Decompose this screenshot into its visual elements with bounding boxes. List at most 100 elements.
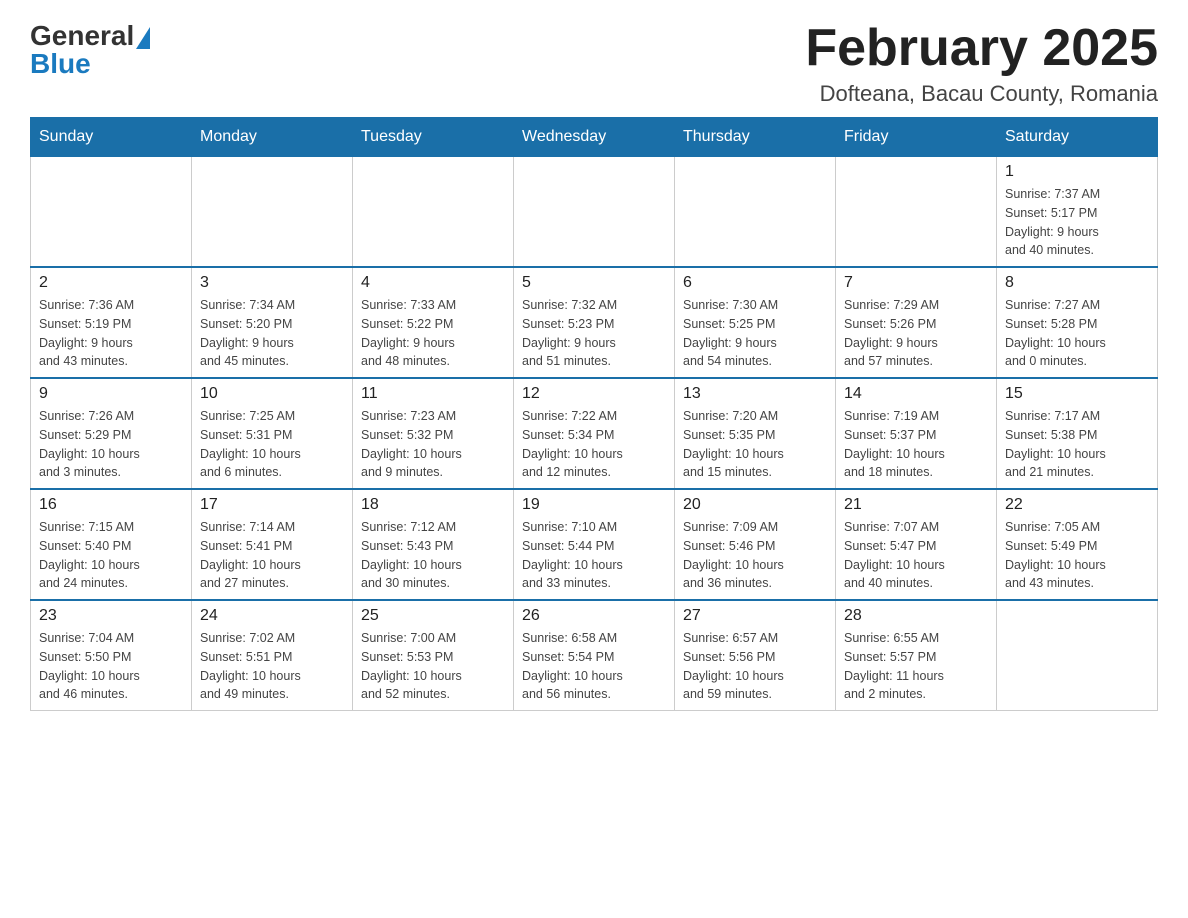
day-info: Sunrise: 7:02 AM Sunset: 5:51 PM Dayligh…	[200, 629, 344, 704]
day-number: 15	[1005, 385, 1149, 403]
calendar-cell	[997, 600, 1158, 711]
calendar-cell: 24Sunrise: 7:02 AM Sunset: 5:51 PM Dayli…	[192, 600, 353, 711]
day-number: 25	[361, 607, 505, 625]
day-number: 9	[39, 385, 183, 403]
logo-triangle-icon	[136, 27, 150, 49]
day-info: Sunrise: 7:19 AM Sunset: 5:37 PM Dayligh…	[844, 407, 988, 482]
calendar-cell	[675, 157, 836, 268]
day-info: Sunrise: 7:34 AM Sunset: 5:20 PM Dayligh…	[200, 296, 344, 371]
day-info: Sunrise: 7:14 AM Sunset: 5:41 PM Dayligh…	[200, 518, 344, 593]
day-info: Sunrise: 7:27 AM Sunset: 5:28 PM Dayligh…	[1005, 296, 1149, 371]
calendar-week-row: 2 Sunrise: 7:36 AM Sunset: 5:19 PM Daylig…	[31, 267, 1158, 378]
calendar-cell: 20Sunrise: 7:09 AM Sunset: 5:46 PM Dayli…	[675, 489, 836, 600]
calendar-cell: 1 Sunrise: 7:37 AM Sunset: 5:17 PM Daylig…	[997, 157, 1158, 268]
logo-blue-text: Blue	[30, 48, 91, 80]
day-number: 16	[39, 496, 183, 514]
calendar-cell: 26 Sunrise: 6:58 AM Sunset: 5:54 PM Dayli…	[514, 600, 675, 711]
day-info: Sunrise: 7:15 AM Sunset: 5:40 PM Dayligh…	[39, 518, 183, 593]
location-subtitle: Dofteana, Bacau County, Romania	[805, 81, 1158, 107]
day-info: Sunrise: 7:22 AM Sunset: 5:34 PM Dayligh…	[522, 407, 666, 482]
day-info: Sunrise: 7:12 AM Sunset: 5:43 PM Dayligh…	[361, 518, 505, 593]
calendar-cell: 13 Sunrise: 7:20 AM Sunset: 5:35 PM Dayli…	[675, 378, 836, 489]
day-number: 3	[200, 274, 344, 292]
day-info: Sunrise: 7:30 AM Sunset: 5:25 PM Dayligh…	[683, 296, 827, 371]
day-number: 7	[844, 274, 988, 292]
weekday-header-monday: Monday	[192, 118, 353, 157]
day-number: 8	[1005, 274, 1149, 292]
day-number: 19	[522, 496, 666, 514]
weekday-header-thursday: Thursday	[675, 118, 836, 157]
title-section: February 2025 Dofteana, Bacau County, Ro…	[805, 20, 1158, 107]
calendar-table: SundayMondayTuesdayWednesdayThursdayFrid…	[30, 117, 1158, 711]
weekday-header-tuesday: Tuesday	[353, 118, 514, 157]
day-number: 2	[39, 274, 183, 292]
day-info: Sunrise: 7:26 AM Sunset: 5:29 PM Dayligh…	[39, 407, 183, 482]
day-number: 4	[361, 274, 505, 292]
day-info: Sunrise: 7:20 AM Sunset: 5:35 PM Dayligh…	[683, 407, 827, 482]
calendar-cell: 27 Sunrise: 6:57 AM Sunset: 5:56 PM Dayli…	[675, 600, 836, 711]
calendar-cell: 9 Sunrise: 7:26 AM Sunset: 5:29 PM Daylig…	[31, 378, 192, 489]
day-number: 27	[683, 607, 827, 625]
calendar-cell: 14 Sunrise: 7:19 AM Sunset: 5:37 PM Dayli…	[836, 378, 997, 489]
calendar-cell: 18 Sunrise: 7:12 AM Sunset: 5:43 PM Dayli…	[353, 489, 514, 600]
day-info: Sunrise: 7:05 AM Sunset: 5:49 PM Dayligh…	[1005, 518, 1149, 593]
day-number: 26	[522, 607, 666, 625]
day-number: 18	[361, 496, 505, 514]
calendar-cell: 3 Sunrise: 7:34 AM Sunset: 5:20 PM Daylig…	[192, 267, 353, 378]
day-number: 14	[844, 385, 988, 403]
calendar-week-row: 23 Sunrise: 7:04 AM Sunset: 5:50 PM Dayli…	[31, 600, 1158, 711]
calendar-cell: 12 Sunrise: 7:22 AM Sunset: 5:34 PM Dayli…	[514, 378, 675, 489]
day-number: 13	[683, 385, 827, 403]
calendar-cell: 19 Sunrise: 7:10 AM Sunset: 5:44 PM Dayli…	[514, 489, 675, 600]
day-number: 6	[683, 274, 827, 292]
day-number: 22	[1005, 496, 1149, 514]
day-info: Sunrise: 6:55 AM Sunset: 5:57 PM Dayligh…	[844, 629, 988, 704]
day-info: Sunrise: 7:10 AM Sunset: 5:44 PM Dayligh…	[522, 518, 666, 593]
calendar-cell: 21Sunrise: 7:07 AM Sunset: 5:47 PM Dayli…	[836, 489, 997, 600]
day-info: Sunrise: 7:17 AM Sunset: 5:38 PM Dayligh…	[1005, 407, 1149, 482]
day-number: 21	[844, 496, 988, 514]
day-info: Sunrise: 7:32 AM Sunset: 5:23 PM Dayligh…	[522, 296, 666, 371]
calendar-cell: 16 Sunrise: 7:15 AM Sunset: 5:40 PM Dayli…	[31, 489, 192, 600]
calendar-cell: 25 Sunrise: 7:00 AM Sunset: 5:53 PM Dayli…	[353, 600, 514, 711]
day-number: 17	[200, 496, 344, 514]
day-info: Sunrise: 7:00 AM Sunset: 5:53 PM Dayligh…	[361, 629, 505, 704]
logo: General Blue	[30, 20, 150, 80]
calendar-week-row: 16 Sunrise: 7:15 AM Sunset: 5:40 PM Dayli…	[31, 489, 1158, 600]
weekday-header-saturday: Saturday	[997, 118, 1158, 157]
day-info: Sunrise: 7:36 AM Sunset: 5:19 PM Dayligh…	[39, 296, 183, 371]
calendar-cell	[353, 157, 514, 268]
day-number: 12	[522, 385, 666, 403]
day-number: 23	[39, 607, 183, 625]
weekday-header-sunday: Sunday	[31, 118, 192, 157]
weekday-header-friday: Friday	[836, 118, 997, 157]
calendar-cell	[514, 157, 675, 268]
day-number: 1	[1005, 163, 1149, 181]
calendar-cell: 4 Sunrise: 7:33 AM Sunset: 5:22 PM Daylig…	[353, 267, 514, 378]
day-info: Sunrise: 7:33 AM Sunset: 5:22 PM Dayligh…	[361, 296, 505, 371]
day-info: Sunrise: 7:37 AM Sunset: 5:17 PM Dayligh…	[1005, 185, 1149, 260]
day-info: Sunrise: 6:57 AM Sunset: 5:56 PM Dayligh…	[683, 629, 827, 704]
calendar-cell: 6 Sunrise: 7:30 AM Sunset: 5:25 PM Daylig…	[675, 267, 836, 378]
day-info: Sunrise: 7:04 AM Sunset: 5:50 PM Dayligh…	[39, 629, 183, 704]
calendar-cell: 17 Sunrise: 7:14 AM Sunset: 5:41 PM Dayli…	[192, 489, 353, 600]
calendar-cell: 28 Sunrise: 6:55 AM Sunset: 5:57 PM Dayli…	[836, 600, 997, 711]
day-info: Sunrise: 6:58 AM Sunset: 5:54 PM Dayligh…	[522, 629, 666, 704]
day-info: Sunrise: 7:25 AM Sunset: 5:31 PM Dayligh…	[200, 407, 344, 482]
calendar-cell: 5 Sunrise: 7:32 AM Sunset: 5:23 PM Daylig…	[514, 267, 675, 378]
calendar-cell	[836, 157, 997, 268]
calendar-cell: 2 Sunrise: 7:36 AM Sunset: 5:19 PM Daylig…	[31, 267, 192, 378]
calendar-cell	[31, 157, 192, 268]
day-number: 28	[844, 607, 988, 625]
weekday-header-wednesday: Wednesday	[514, 118, 675, 157]
page-header: General Blue February 2025 Dofteana, Bac…	[30, 20, 1158, 107]
day-number: 11	[361, 385, 505, 403]
day-number: 5	[522, 274, 666, 292]
calendar-cell: 23 Sunrise: 7:04 AM Sunset: 5:50 PM Dayli…	[31, 600, 192, 711]
day-number: 20	[683, 496, 827, 514]
calendar-cell: 11Sunrise: 7:23 AM Sunset: 5:32 PM Dayli…	[353, 378, 514, 489]
calendar-cell: 10 Sunrise: 7:25 AM Sunset: 5:31 PM Dayli…	[192, 378, 353, 489]
calendar-cell: 22 Sunrise: 7:05 AM Sunset: 5:49 PM Dayli…	[997, 489, 1158, 600]
calendar-week-row: 1 Sunrise: 7:37 AM Sunset: 5:17 PM Daylig…	[31, 157, 1158, 268]
day-number: 10	[200, 385, 344, 403]
